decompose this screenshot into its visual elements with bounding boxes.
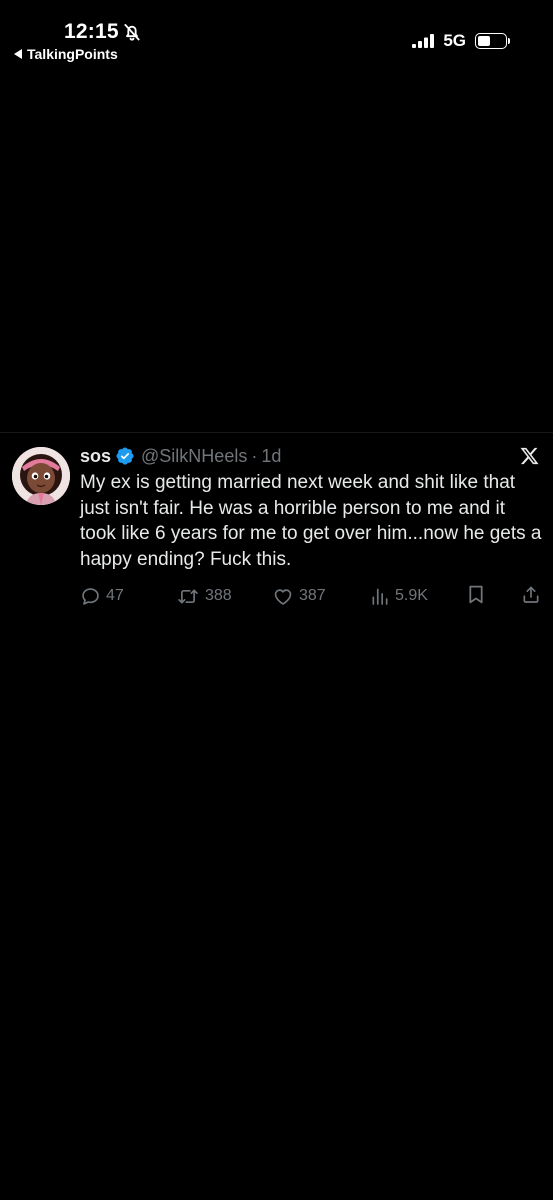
network-label: 5G	[443, 31, 466, 50]
signal-icon	[412, 34, 435, 48]
views-chart-icon	[372, 588, 388, 605]
verified-badge-icon	[116, 447, 134, 465]
tweet-time[interactable]: 1d	[261, 444, 281, 468]
status-bar-time: 12:15	[64, 20, 142, 44]
tweet-header: sos @SilkNHeels · 1d	[80, 444, 281, 468]
share-button[interactable]	[521, 584, 541, 605]
reply-icon	[82, 587, 99, 605]
handle[interactable]: @SilkNHeels	[141, 444, 247, 468]
display-name[interactable]: sos	[80, 444, 111, 468]
tweet-actions: 47 388 387 5.9K	[80, 584, 542, 608]
avatar[interactable]	[12, 447, 70, 505]
like-button[interactable]: 387	[272, 584, 326, 608]
heart-icon	[274, 588, 292, 605]
status-bar-right: 5G	[412, 31, 510, 51]
x-logo-icon	[520, 447, 539, 465]
repost-count: 388	[205, 587, 232, 604]
reply-count: 47	[106, 587, 124, 604]
bookmark-button[interactable]	[467, 584, 485, 605]
separator-dot: ·	[251, 446, 258, 466]
divider	[0, 432, 553, 433]
tweet-text: My ex is getting married next week and s…	[80, 472, 542, 570]
time-text: 12:15	[64, 20, 119, 43]
back-triangle-icon	[14, 49, 22, 59]
back-app-label: TalkingPoints	[27, 46, 118, 62]
reply-button[interactable]: 47	[80, 584, 124, 608]
bell-slash-icon	[124, 24, 140, 41]
repost-button[interactable]: 388	[176, 584, 232, 608]
back-to-app-link[interactable]: TalkingPoints	[14, 46, 118, 62]
like-count: 387	[299, 587, 326, 604]
repost-icon	[178, 589, 198, 603]
views-count: 5.9K	[395, 587, 428, 604]
share-icon	[523, 586, 539, 603]
avatar-illustration	[12, 447, 70, 505]
views-button[interactable]: 5.9K	[370, 584, 428, 608]
bookmark-icon	[469, 585, 483, 604]
battery-icon	[475, 33, 510, 49]
